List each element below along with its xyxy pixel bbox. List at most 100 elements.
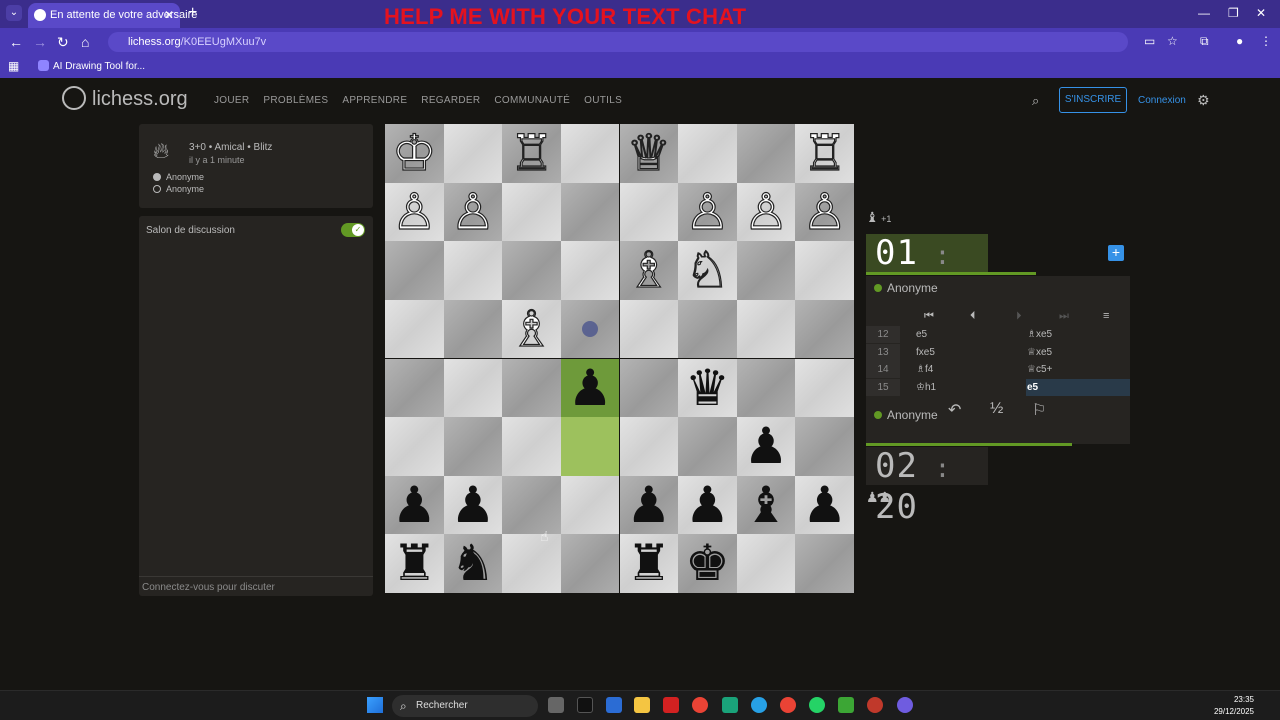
draw-offer-button[interactable]: ½ <box>990 400 1003 418</box>
square-h3[interactable] <box>795 417 854 476</box>
chat-input[interactable]: Connectez-vous pour discuter <box>139 576 373 596</box>
app-green-icon[interactable] <box>722 697 738 713</box>
black-pawn-icon[interactable]: ♟ <box>678 476 737 535</box>
chrome-active-icon[interactable] <box>897 697 913 713</box>
nav-problemes[interactable]: PROBLÈMES <box>263 95 328 106</box>
acrobat-icon[interactable] <box>663 697 679 713</box>
square-d8[interactable] <box>560 124 620 183</box>
black-rook-icon[interactable]: ♜ <box>385 534 444 593</box>
square-a5[interactable] <box>385 299 444 359</box>
white-pawn-icon[interactable]: ♙ <box>737 182 796 242</box>
move-white[interactable]: fxe5 <box>916 344 935 361</box>
square-b6[interactable] <box>443 241 503 300</box>
home-icon[interactable]: ⌂ <box>81 34 89 50</box>
nav-communaute[interactable]: COMMUNAUTÉ <box>494 95 570 106</box>
chat-toggle[interactable] <box>341 223 365 237</box>
square-c6[interactable] <box>502 241 561 300</box>
square-d7[interactable] <box>560 182 620 242</box>
square-b3[interactable] <box>443 417 503 476</box>
square-f5[interactable] <box>678 299 737 359</box>
white-king-icon[interactable]: ♔ <box>385 124 444 183</box>
black-pawn-icon[interactable]: ♟ <box>385 476 444 535</box>
white-pawn-icon[interactable]: ♙ <box>444 182 503 242</box>
move-white[interactable]: ♔h1 <box>916 379 936 396</box>
square-e4[interactable] <box>619 358 679 418</box>
app-android-icon[interactable] <box>838 697 854 713</box>
browser-menu-icon[interactable]: ⋮ <box>1260 34 1272 48</box>
black-bishop-icon[interactable]: ♝ <box>737 476 796 535</box>
browser-tab[interactable]: En attente de votre adversaire ✕ <box>28 3 197 28</box>
system-clock[interactable]: 23:35 29/12/2025 <box>1214 694 1254 718</box>
square-c4[interactable] <box>502 358 561 418</box>
square-b8[interactable] <box>443 124 503 183</box>
white-queen-icon[interactable]: ♕ <box>620 124 679 183</box>
last-move-icon[interactable]: ⏭ <box>1059 310 1069 323</box>
move-black[interactable]: ♕c5+ <box>1026 361 1130 378</box>
square-h5[interactable] <box>795 299 854 359</box>
nav-regarder[interactable]: REGARDER <box>421 95 480 106</box>
square-g6[interactable] <box>736 241 796 300</box>
square-a3[interactable] <box>385 417 444 476</box>
site-logo[interactable]: lichess.org <box>62 86 188 111</box>
top-player[interactable]: Anonyme <box>874 281 938 295</box>
black-pawn-icon[interactable]: ♟ <box>620 476 679 535</box>
task-view-icon[interactable] <box>548 697 564 713</box>
new-tab-icon[interactable]: + <box>188 4 197 22</box>
move-black[interactable]: ♗xe5 <box>1026 326 1130 343</box>
square-a4[interactable] <box>385 358 444 418</box>
resign-flag-icon[interactable]: ⚐ <box>1032 400 1046 420</box>
first-move-icon[interactable]: ⏮ <box>924 310 934 323</box>
square-e5[interactable] <box>619 299 679 359</box>
square-c3[interactable] <box>502 417 561 476</box>
square-g8[interactable] <box>736 124 796 183</box>
forward-icon[interactable]: → <box>33 34 47 50</box>
white-knight-icon[interactable]: ♘ <box>678 241 737 300</box>
taskbar-search[interactable]: Rechercher <box>392 695 538 717</box>
chrome-alt-icon[interactable] <box>867 697 883 713</box>
url-field[interactable]: lichess.org/K0EEUgMXuu7v <box>108 32 1128 52</box>
black-pawn-icon[interactable]: ♟ <box>737 417 796 476</box>
tradingview-icon[interactable] <box>577 697 593 713</box>
tab-close-icon[interactable]: ✕ <box>164 8 174 22</box>
chess-board[interactable]: ♔ ♖ ♕ ♖ ♙ ♙ ♙ ♙ ♙ ♗ ♘ ♗ ♟ ♛ ♟ ♟ ♟ ♟ ♟ ♝ ♟ ♜ ♞ ♜ ♚ <box>385 124 854 593</box>
gear-icon[interactable]: ⚙ <box>1197 92 1210 109</box>
whatsapp-icon[interactable] <box>809 697 825 713</box>
square-g5[interactable] <box>736 299 796 359</box>
black-queen-icon[interactable]: ♛ <box>678 359 737 418</box>
minimize-icon[interactable]: — <box>1198 6 1210 20</box>
white-rook-icon[interactable]: ♖ <box>502 124 561 183</box>
black-rook-icon[interactable]: ♜ <box>620 534 679 593</box>
chrome-icon[interactable] <box>692 697 708 713</box>
square-c7[interactable] <box>502 182 561 242</box>
moves-menu-icon[interactable]: ≡ <box>1103 310 1109 322</box>
black-knight-icon[interactable]: ♞ <box>444 534 503 593</box>
telegram-icon[interactable] <box>751 697 767 713</box>
square-f8[interactable] <box>678 124 737 183</box>
square-d6[interactable] <box>560 241 620 300</box>
white-rook-icon[interactable]: ♖ <box>795 124 854 183</box>
tab-search-icon[interactable]: ⌄ <box>6 5 22 21</box>
window-close-icon[interactable]: ✕ <box>1256 6 1266 20</box>
player-black[interactable]: Anonyme <box>166 184 204 194</box>
apps-grid-icon[interactable]: ▦ <box>8 59 19 73</box>
square-g1[interactable] <box>736 534 796 593</box>
square-e7[interactable] <box>619 182 679 242</box>
square-h1[interactable] <box>795 534 854 593</box>
signup-button[interactable]: S'INSCRIRE <box>1059 87 1127 113</box>
profile-avatar[interactable]: ● <box>1236 34 1243 48</box>
takeback-icon[interactable]: ↶ <box>948 400 961 420</box>
white-bishop-icon[interactable]: ♗ <box>502 299 561 359</box>
extensions-icon[interactable]: ⧉ <box>1200 34 1209 49</box>
cast-icon[interactable]: ▭ <box>1144 34 1155 48</box>
nav-jouer[interactable]: JOUER <box>214 95 249 106</box>
windows-start-icon[interactable] <box>367 697 383 713</box>
prev-move-icon[interactable]: ⏴ <box>970 310 976 323</box>
square-e3[interactable] <box>619 417 679 476</box>
chrome-profile-icon[interactable] <box>780 697 796 713</box>
square-b4[interactable] <box>443 358 503 418</box>
square-c1[interactable] <box>502 534 561 593</box>
search-icon[interactable]: ⌕ <box>1032 93 1039 109</box>
square-h6[interactable] <box>795 241 854 300</box>
black-pawn-icon[interactable]: ♟ <box>444 476 503 535</box>
move-black-selected[interactable]: e5 <box>1026 378 1130 396</box>
